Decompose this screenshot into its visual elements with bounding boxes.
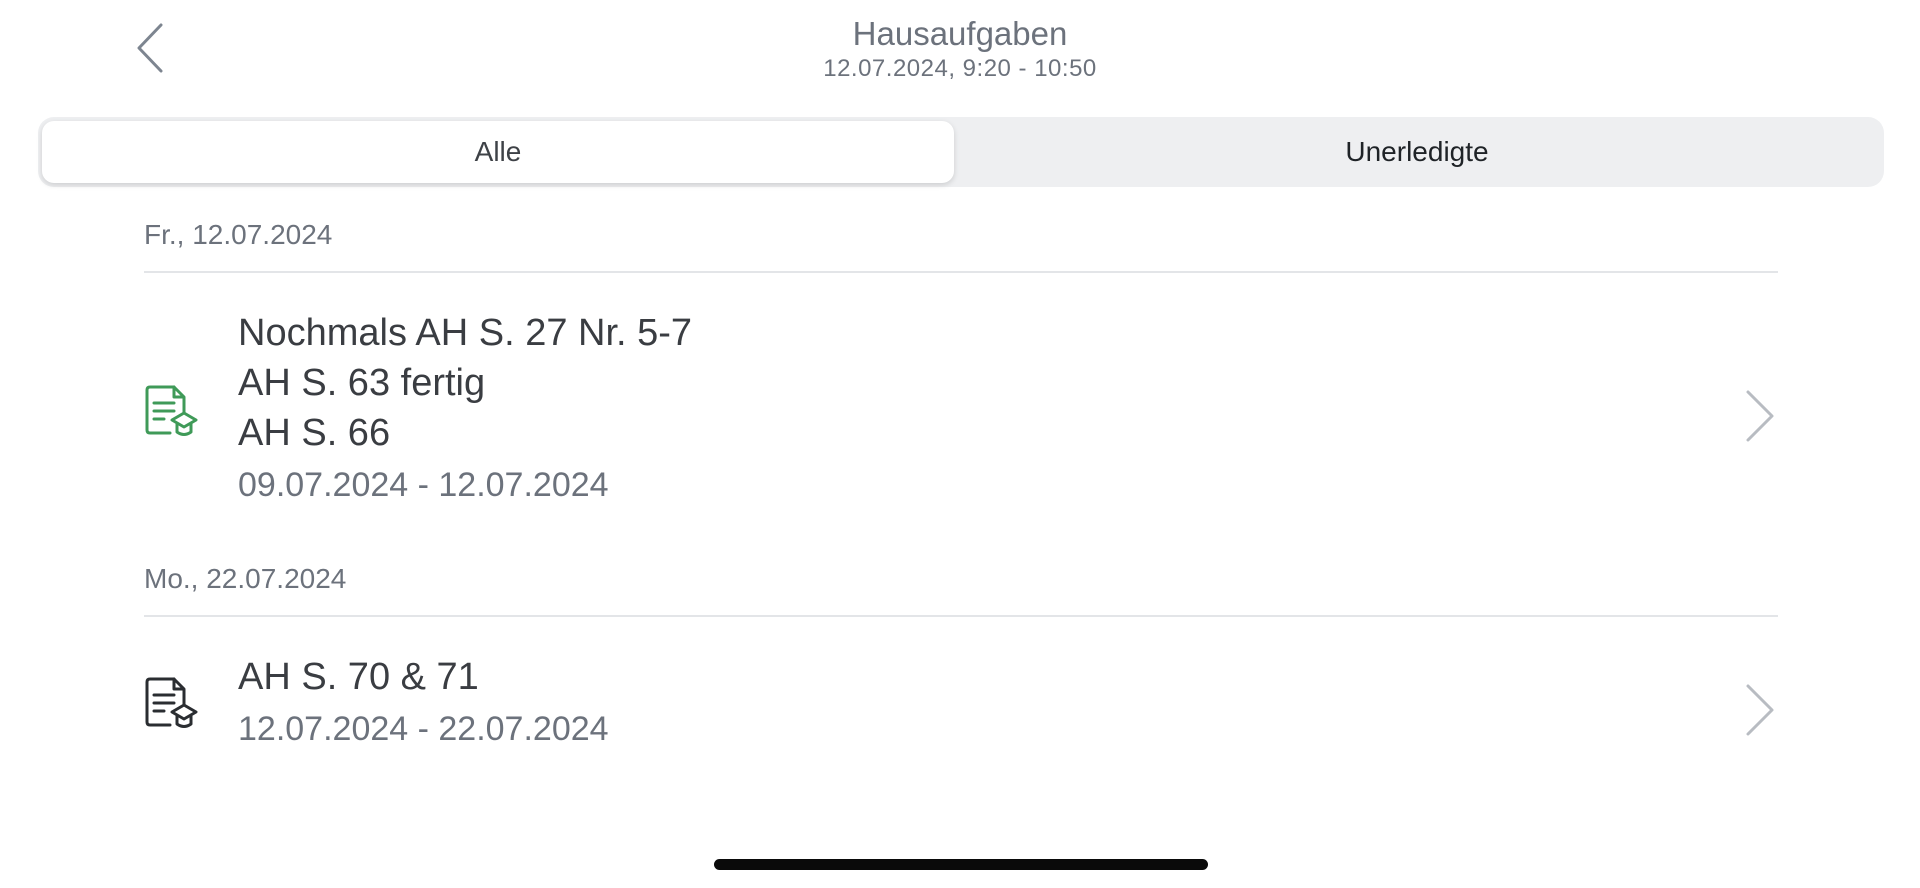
filter-segmented-control: Alle Unerledigte <box>38 117 1884 187</box>
homework-task-line: AH S. 66 <box>238 412 391 454</box>
homework-list-item[interactable]: Nochmals AH S. 27 Nr. 5-7 AH S. 63 ferti… <box>138 308 1778 512</box>
page-subtitle: 12.07.2024, 9:20 - 10:50 <box>823 55 1097 82</box>
section-divider <box>144 615 1778 617</box>
homework-item-text: AH S. 70 & 71 12.07.2024 - 22.07.2024 <box>238 652 609 756</box>
page-header: Hausaufgaben 12.07.2024, 9:20 - 10:50 <box>0 14 1920 84</box>
homework-task-line: Nochmals AH S. 27 Nr. 5-7 <box>238 312 693 354</box>
chevron-right-icon <box>1738 386 1778 446</box>
homework-list-item[interactable]: AH S. 70 & 71 12.07.2024 - 22.07.2024 <box>138 652 1778 764</box>
section-divider <box>144 271 1778 273</box>
homework-task-line: AH S. 70 & 71 <box>238 656 479 698</box>
section-date-header: Fr., 12.07.2024 <box>144 219 333 250</box>
segment-unfinished[interactable]: Unerledigte <box>954 121 1880 183</box>
segment-all[interactable]: Alle <box>42 121 954 183</box>
home-indicator[interactable] <box>714 859 1208 870</box>
homework-date-range: 12.07.2024 - 22.07.2024 <box>238 710 609 748</box>
page-title: Hausaufgaben <box>852 15 1068 52</box>
homework-document-icon <box>144 383 198 439</box>
homework-date-range: 09.07.2024 - 12.07.2024 <box>238 466 609 504</box>
homework-document-icon <box>144 675 198 731</box>
homework-item-text: Nochmals AH S. 27 Nr. 5-7 AH S. 63 ferti… <box>238 308 692 512</box>
homework-task-line: AH S. 63 fertig <box>238 362 486 404</box>
chevron-right-icon <box>1738 680 1778 740</box>
section-date-header: Mo., 22.07.2024 <box>144 563 347 594</box>
